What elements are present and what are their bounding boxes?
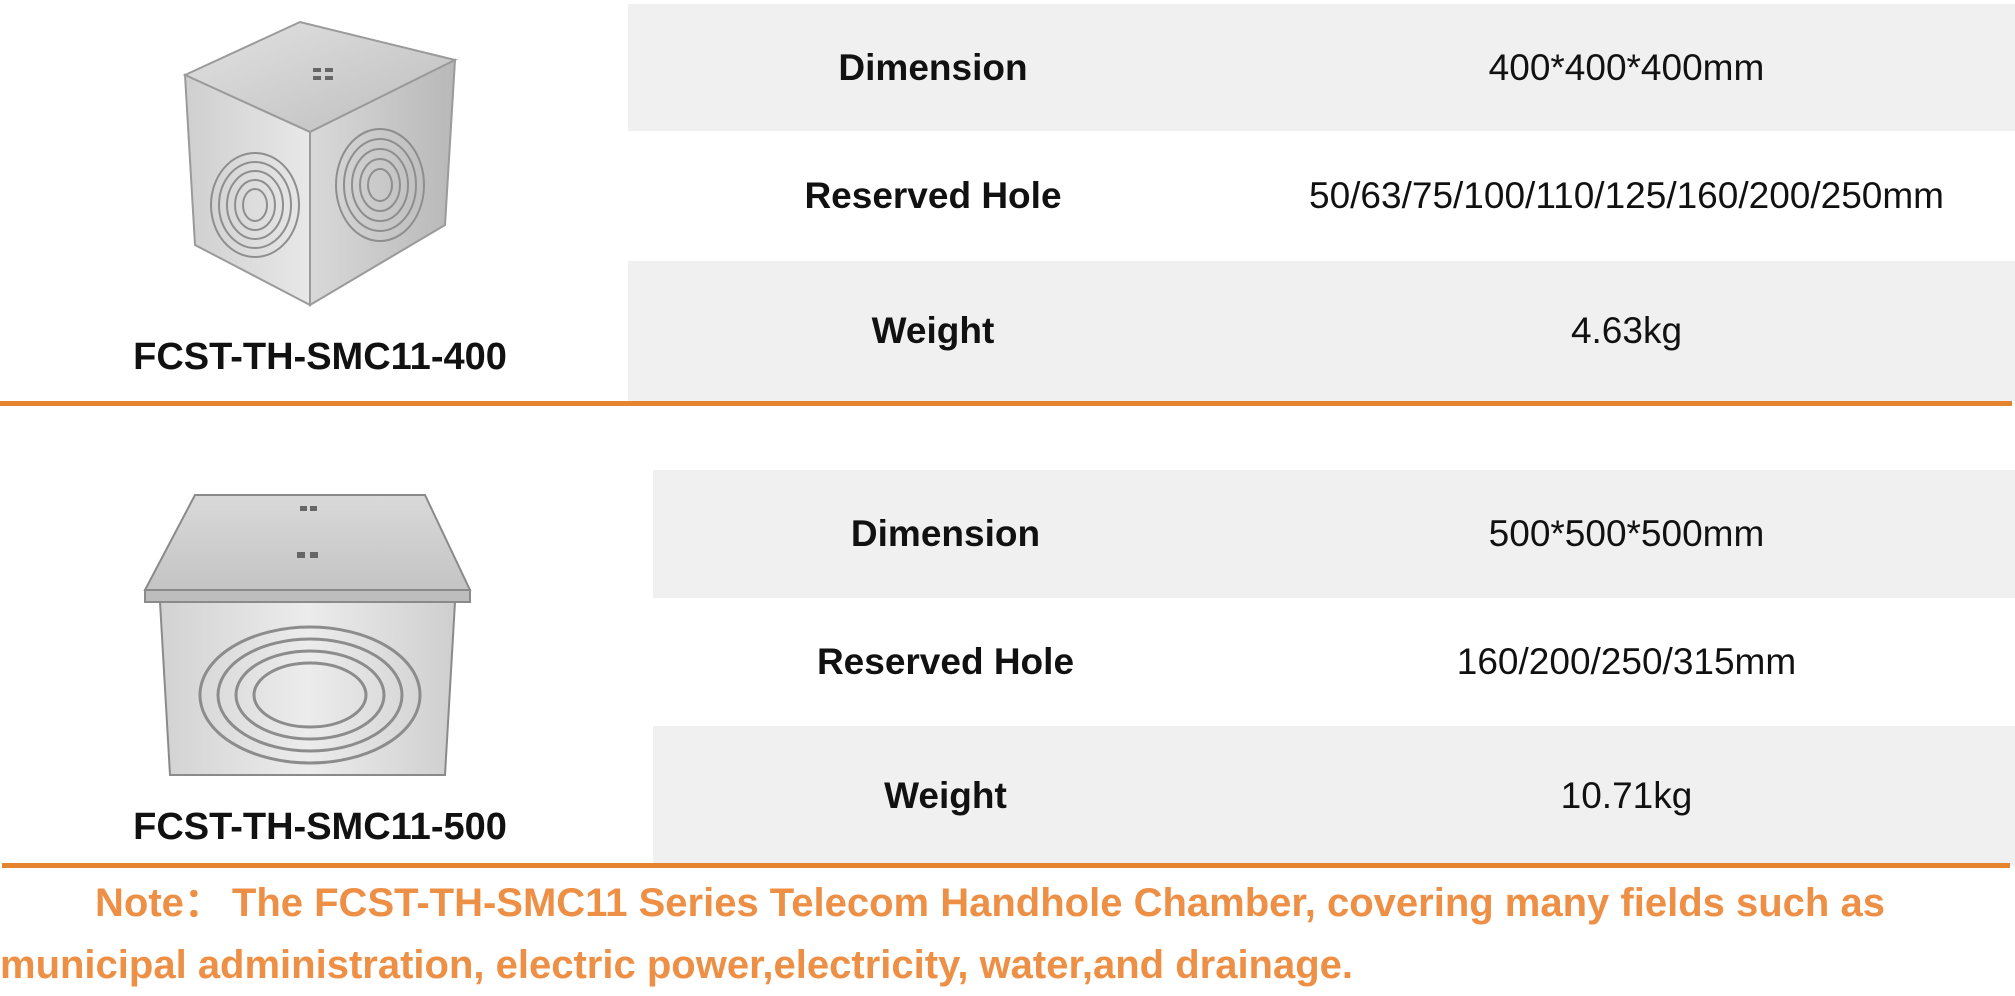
note-body: The FCST-TH-SMC11 Series Telecom Handhol… (0, 881, 1885, 987)
note-text: Note： The FCST-TH-SMC11 Series Telecom Ha… (0, 872, 2010, 996)
note-prefix: Note： (95, 881, 224, 925)
spec-label: Dimension (850, 513, 1041, 554)
section-divider (2, 863, 2010, 868)
spec-value: 10.71kg (1560, 775, 1693, 816)
spec-row-dimension: Dimension 500*500*500mm (653, 470, 2015, 598)
spec-label: Reserved Hole (816, 641, 1075, 682)
handhole-chamber-500-icon (140, 490, 480, 780)
spec-row-weight: Weight 10.71kg (653, 726, 2015, 866)
spec-table: Dimension 500*500*500mm Reserved Hole 16… (653, 470, 2015, 866)
spec-row-reserved-hole: Reserved Hole 160/200/250/315mm (653, 598, 2015, 726)
product-name: FCST-TH-SMC11-500 (133, 806, 507, 848)
spec-value: 500*500*500mm (1488, 513, 1765, 554)
product-block-500: FCST-TH-SMC11-500 Dimension 500*500*500m… (0, 0, 2015, 993)
spec-label: Weight (884, 775, 1007, 816)
spec-value: 160/200/250/315mm (1456, 641, 1797, 682)
